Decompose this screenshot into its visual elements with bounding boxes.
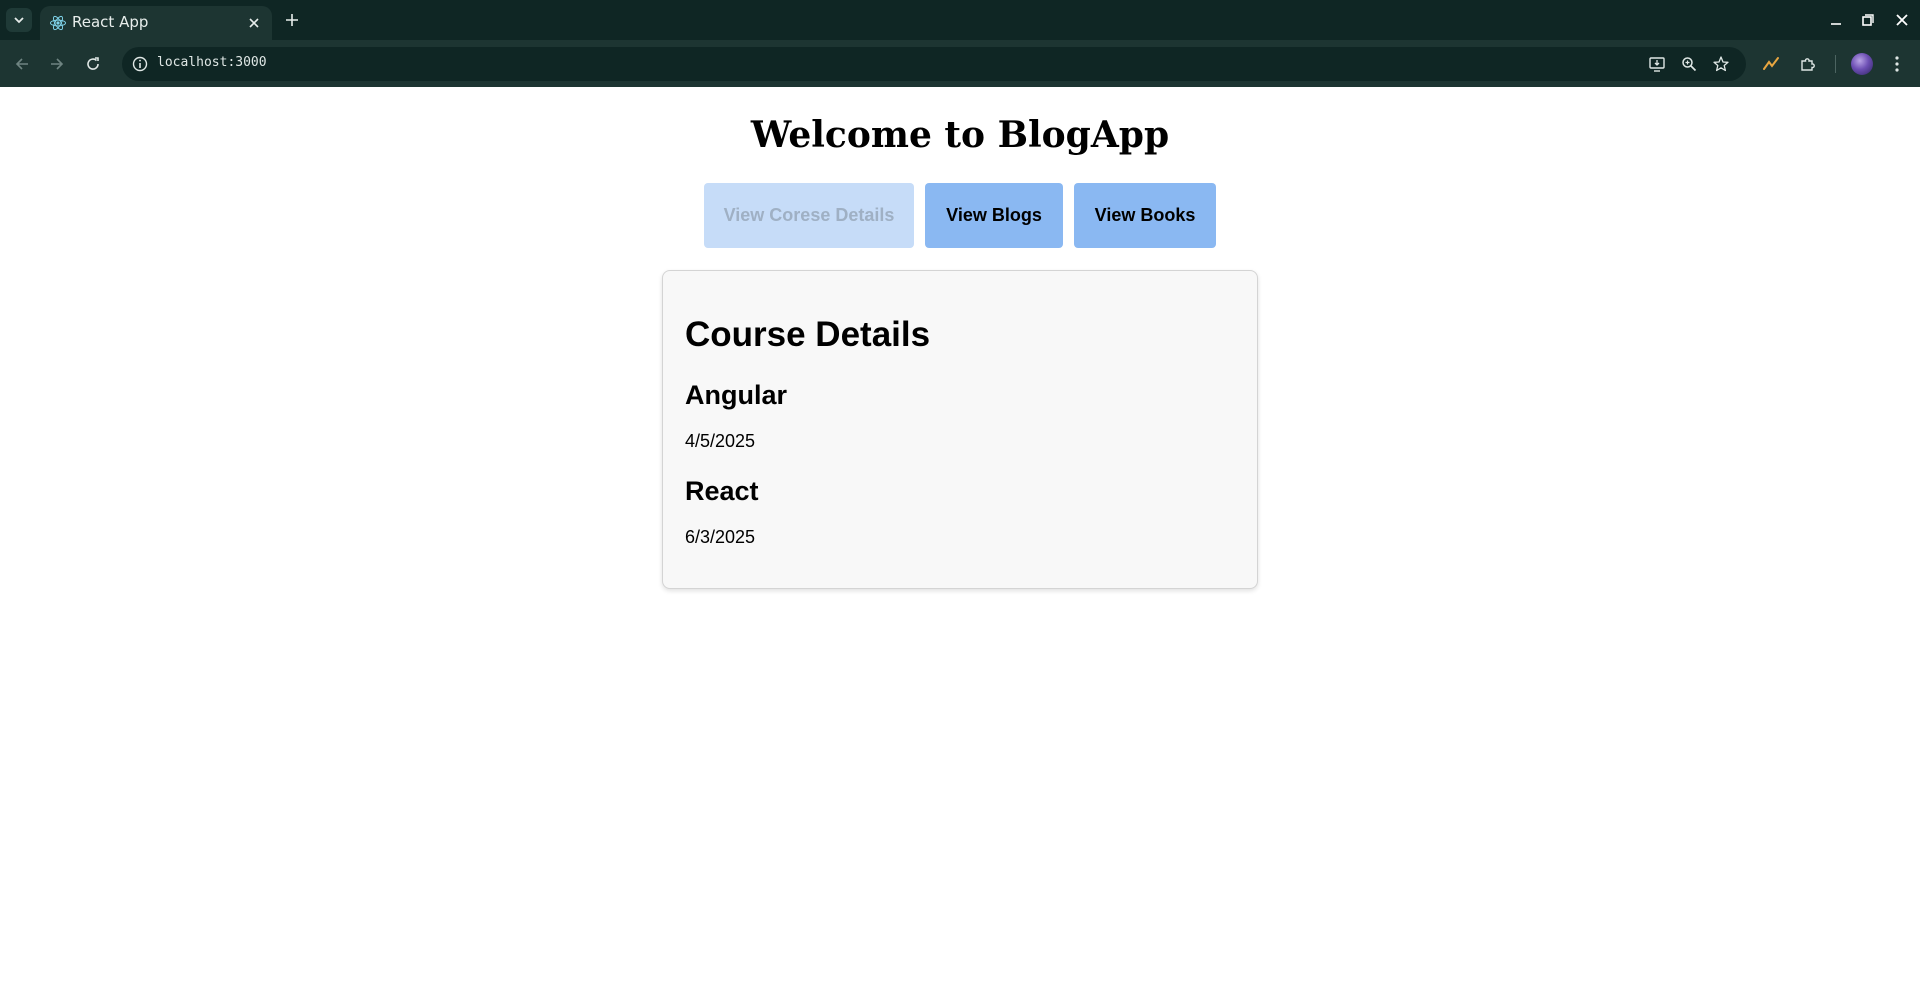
close-window-icon[interactable] bbox=[1890, 8, 1914, 32]
course-details-card: Course Details Angular 4/5/2025 React 6/… bbox=[662, 270, 1258, 589]
plus-icon[interactable] bbox=[280, 8, 304, 32]
page-title: Welcome to BlogApp bbox=[750, 114, 1170, 156]
minimize-icon[interactable] bbox=[1824, 8, 1848, 32]
address-bar[interactable]: localhost:3000 bbox=[122, 47, 1746, 81]
avatar[interactable] bbox=[1851, 53, 1873, 75]
course-name: Angular bbox=[685, 380, 788, 410]
url-text: localhost:3000 bbox=[157, 55, 267, 70]
view-blogs-button[interactable]: View Blogs bbox=[925, 183, 1063, 248]
browser-toolbar: localhost:3000 bbox=[0, 40, 1920, 87]
extension-pen-icon[interactable] bbox=[1760, 53, 1782, 75]
view-course-details-button[interactable]: View Corese Details bbox=[704, 183, 914, 248]
back-arrow-icon[interactable] bbox=[8, 50, 36, 78]
browser-tab[interactable]: React App bbox=[40, 6, 272, 40]
react-logo-icon bbox=[49, 14, 67, 32]
forward-arrow-icon[interactable] bbox=[43, 50, 71, 78]
info-icon[interactable] bbox=[130, 54, 150, 74]
toolbar-divider bbox=[1835, 55, 1836, 73]
star-icon[interactable] bbox=[1711, 54, 1731, 74]
tab-title: React App bbox=[72, 13, 149, 31]
page-content: Welcome to BlogApp View Corese Details V… bbox=[0, 87, 1920, 997]
close-icon[interactable] bbox=[244, 13, 264, 33]
course-date: 6/3/2025 bbox=[685, 527, 756, 547]
reload-icon[interactable] bbox=[79, 50, 107, 78]
tab-search-icon[interactable] bbox=[6, 8, 32, 32]
course-name: React bbox=[685, 476, 759, 506]
restore-icon[interactable] bbox=[1856, 8, 1880, 32]
card-heading: Course Details bbox=[685, 315, 931, 354]
zoom-icon[interactable] bbox=[1679, 54, 1699, 74]
more-menu-icon[interactable] bbox=[1886, 53, 1908, 75]
browser-tab-strip: React App bbox=[0, 0, 1920, 40]
view-books-button[interactable]: View Books bbox=[1074, 183, 1216, 248]
course-date: 4/5/2025 bbox=[685, 431, 756, 451]
install-app-icon[interactable] bbox=[1647, 54, 1667, 74]
puzzle-icon[interactable] bbox=[1797, 53, 1819, 75]
